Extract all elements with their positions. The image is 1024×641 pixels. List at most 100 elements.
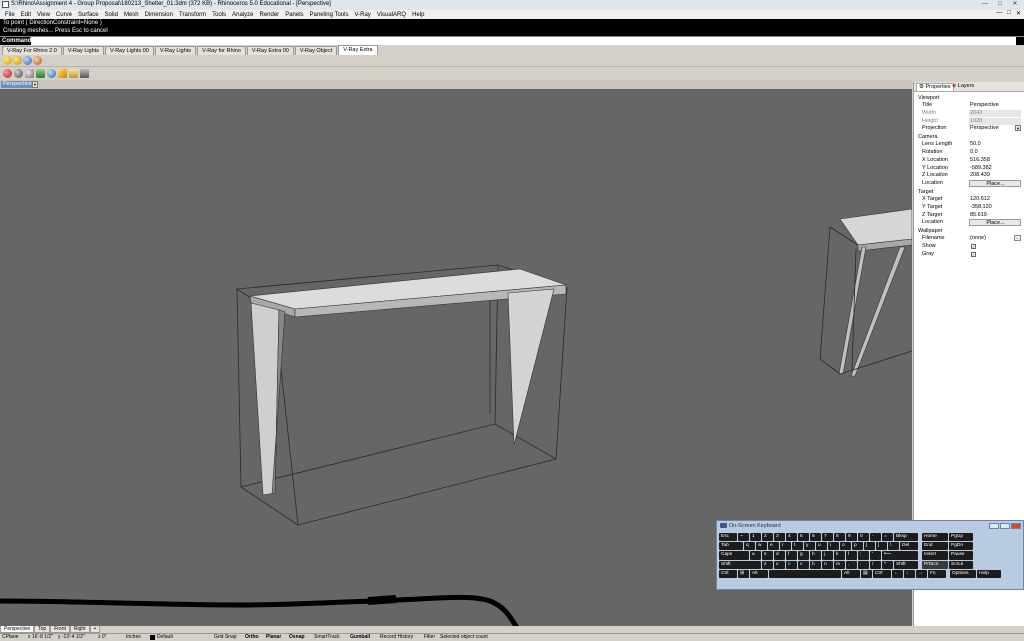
camera-place-button[interactable]: Place... <box>969 180 1021 188</box>
key[interactable]: 2 <box>762 533 773 542</box>
menu-paneling-tools[interactable]: Paneling Tools <box>307 12 352 18</box>
key[interactable]: i <box>828 542 839 551</box>
key-esc[interactable]: Esc <box>719 533 737 542</box>
osk-maximize-button[interactable] <box>1000 523 1010 529</box>
key[interactable]: y <box>804 542 815 551</box>
tab-vray-for-rhino-2[interactable]: V-Ray For Rhino 2.0 <box>2 46 62 55</box>
menu-panels[interactable]: Panels <box>282 12 306 18</box>
menu-render[interactable]: Render <box>257 12 283 18</box>
close-button[interactable]: ✕ <box>1008 0 1022 8</box>
y-target-field[interactable]: -358.120 <box>969 204 1021 211</box>
key[interactable]: , <box>846 560 857 569</box>
key[interactable]: w <box>756 542 767 551</box>
key-tab[interactable]: Tab <box>719 542 743 551</box>
key-right-arrow[interactable]: → <box>916 569 927 578</box>
key[interactable]: 6 <box>810 533 821 542</box>
tab-vray-lights-00[interactable]: V-Ray Lights 00 <box>105 46 154 55</box>
vray-render-icon[interactable] <box>3 56 12 65</box>
key-options[interactable]: Options <box>950 569 976 578</box>
key-ctrl-right[interactable]: Ctrl <box>873 569 891 578</box>
osk-titlebar[interactable]: On-Screen Keyboard <box>717 521 1023 531</box>
tab-right[interactable]: Right <box>69 626 90 633</box>
menu-visualarq[interactable]: VisualARQ <box>374 12 409 18</box>
add-view-button[interactable]: + <box>89 626 101 633</box>
menu-transform[interactable]: Transform <box>176 12 209 18</box>
y-location-field[interactable]: -589.382 <box>969 165 1021 172</box>
key-left-arrow[interactable]: ← <box>892 569 903 578</box>
key[interactable]: j <box>822 551 833 560</box>
key-end[interactable]: End <box>922 542 948 551</box>
fur-icon[interactable] <box>36 69 45 78</box>
key[interactable]: ~ <box>738 533 749 542</box>
tab-front[interactable]: Front <box>50 626 70 633</box>
key[interactable]: 9 <box>846 533 857 542</box>
proxy-icon[interactable] <box>25 69 34 78</box>
key[interactable]: \ <box>888 542 899 551</box>
key[interactable]: q <box>744 542 755 551</box>
gray-sphere-icon[interactable] <box>14 69 23 78</box>
menu-solid[interactable]: Solid <box>102 12 121 18</box>
menu-view[interactable]: View <box>34 12 53 18</box>
key-shift-right[interactable]: Shift <box>894 560 918 569</box>
key[interactable]: / <box>870 560 881 569</box>
key-space[interactable] <box>769 569 841 578</box>
key-ctrl-left[interactable]: Ctrl <box>719 569 737 578</box>
menu-help[interactable]: Help <box>409 12 427 18</box>
key-pause[interactable]: Pause <box>949 551 973 560</box>
menu-mesh[interactable]: Mesh <box>121 12 142 18</box>
target-place-button[interactable]: Place... <box>969 219 1021 227</box>
key-enter[interactable]: ⟵ <box>882 551 918 560</box>
z-target-field[interactable]: 85.619 <box>969 212 1021 219</box>
viewport-menu-icon[interactable]: ▼ <box>32 81 38 88</box>
key-insert[interactable]: Insert <box>922 551 948 560</box>
key[interactable]: 0 <box>858 533 869 542</box>
menu-dimension[interactable]: Dimension <box>142 12 176 18</box>
vray-frame-buffer-icon[interactable] <box>23 56 32 65</box>
key-delete[interactable]: Del <box>900 542 918 551</box>
key-fn[interactable]: Fn <box>928 569 946 578</box>
key[interactable]: 4 <box>786 533 797 542</box>
gray-checkbox[interactable]: ✓ <box>971 251 976 257</box>
maximize-button[interactable]: □ <box>993 0 1007 8</box>
key[interactable]: n <box>822 560 833 569</box>
key[interactable]: v <box>798 560 809 569</box>
key[interactable]: d <box>774 551 785 560</box>
menu-surface[interactable]: Surface <box>75 12 102 18</box>
z-location-field[interactable]: 208.439 <box>969 172 1021 179</box>
tab-layers[interactable]: ◆ Layers <box>950 83 976 90</box>
key[interactable]: f <box>786 551 797 560</box>
rhino-app-icon[interactable] <box>2 1 9 8</box>
rotation-field[interactable]: 0.0 <box>969 149 1021 156</box>
viewport-title[interactable]: Perspective <box>1 81 34 88</box>
key-scrlk[interactable]: ScrLk <box>949 560 973 569</box>
key[interactable]: b <box>810 560 821 569</box>
key[interactable]: h <box>810 551 821 560</box>
key-pgup[interactable]: PgUp <box>949 533 973 542</box>
key-menu[interactable]: ▤ <box>861 569 872 578</box>
key-help[interactable]: Help <box>977 569 1001 578</box>
x-target-field[interactable]: 120.612 <box>969 196 1021 203</box>
mdi-minimize-button[interactable]: — <box>996 10 1002 17</box>
key[interactable]: 3 <box>774 533 785 542</box>
plane-icon[interactable] <box>69 69 78 78</box>
mdi-restore-button[interactable]: □ <box>1007 10 1011 17</box>
lens-length-field[interactable]: 50.0 <box>969 141 1021 148</box>
key[interactable]: u <box>816 542 827 551</box>
vray-options-icon[interactable] <box>13 56 22 65</box>
minimize-button[interactable]: — <box>978 0 992 8</box>
menu-edit[interactable]: Edit <box>18 12 34 18</box>
key[interactable]: m <box>834 560 845 569</box>
tab-top[interactable]: Top <box>34 626 51 633</box>
key-pgdn[interactable]: PgDn <box>949 542 973 551</box>
key-backspace[interactable]: Bksp <box>894 533 918 542</box>
tab-vray-for-rhino[interactable]: V-Ray for Rhino <box>197 46 246 55</box>
vray-material-editor-icon[interactable] <box>33 56 42 65</box>
key-prtscn[interactable]: PrtScn <box>922 560 948 569</box>
key[interactable]: r <box>780 542 791 551</box>
key[interactable]: ] <box>876 542 887 551</box>
key[interactable]: 7 <box>822 533 833 542</box>
menu-analyze[interactable]: Analyze <box>229 12 256 18</box>
key[interactable]: 8 <box>834 533 845 542</box>
key-home[interactable]: Home <box>922 533 948 542</box>
key[interactable]: . <box>858 560 869 569</box>
